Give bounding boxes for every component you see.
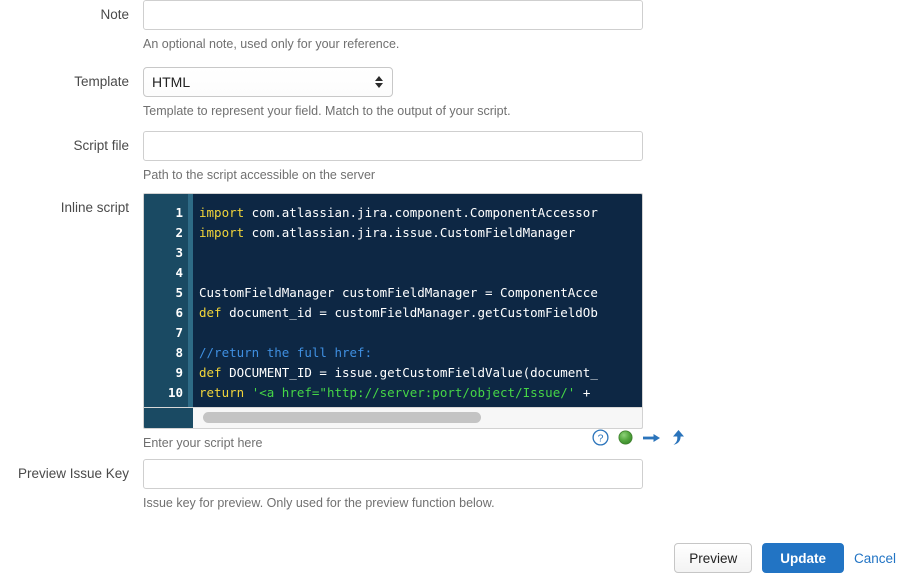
field-script-file: Script file Path to the script accessibl… [0, 131, 643, 183]
preview-issue-key-label: Preview Issue Key [17, 466, 129, 481]
line-number: 7 [175, 325, 183, 340]
inline-script-label: Inline script [60, 200, 129, 215]
note-input[interactable] [143, 0, 643, 30]
cancel-link[interactable]: Cancel [854, 551, 896, 566]
code-token: document_id = customFieldManager.getCust… [221, 305, 598, 320]
field-template: Template HTMLTextDateNumberVelocity Temp… [0, 67, 643, 119]
inline-script-help: Enter your script here [143, 436, 263, 450]
code-line: import com.atlassian.jira.issue.CustomFi… [199, 223, 642, 243]
template-control: HTMLTextDateNumberVelocity Template to r… [143, 67, 643, 119]
template-select[interactable]: HTMLTextDateNumberVelocity [143, 67, 393, 97]
code-token: def [199, 365, 222, 380]
line-number: 8 [175, 345, 183, 360]
editor-action-icons: ? [592, 429, 686, 446]
script-file-help: Path to the script accessible on the ser… [143, 168, 376, 182]
editor-horizontal-scrollbar[interactable] [144, 407, 642, 428]
code-token: CustomFieldManager customFieldManager = … [199, 285, 598, 300]
preview-issue-key-input[interactable] [143, 459, 643, 489]
code-token: import [199, 205, 245, 220]
preview-button[interactable]: Preview [674, 543, 753, 573]
code-token: import [199, 225, 245, 240]
inline-script-control: 1 2 3 4 5 6 7 8 9 10 import com.atlassian.jira.co… [143, 193, 643, 451]
scrollbar-track[interactable] [193, 408, 642, 428]
script-file-control: Path to the script accessible on the ser… [143, 131, 643, 183]
note-label: Note [100, 7, 129, 22]
code-editor-body: 1 2 3 4 5 6 7 8 9 10 import com.atlassian.jira.co… [144, 194, 642, 407]
code-token: '<a href="http://server:port/object/Issu… [251, 385, 576, 400]
status-ok-icon[interactable] [618, 430, 633, 445]
code-token: def [199, 305, 222, 320]
line-number-gutter: 1 2 3 4 5 6 7 8 9 10 [144, 194, 188, 407]
form-actions: Preview Update Cancel [674, 543, 896, 573]
scrollbar-thumb[interactable] [203, 412, 481, 423]
note-control: An optional note, used only for your ref… [143, 0, 643, 52]
line-number: 4 [175, 265, 183, 280]
code-line: return '<a href="http://server:port/obje… [199, 383, 642, 403]
code-line: //return the full href: [199, 343, 642, 363]
code-text-area[interactable]: import com.atlassian.jira.component.Comp… [193, 194, 642, 407]
line-number: 3 [175, 245, 183, 260]
line-number: 10 [167, 385, 183, 400]
code-token: + [575, 385, 591, 400]
note-help: An optional note, used only for your ref… [143, 37, 400, 51]
code-line: def DOCUMENT_ID = issue.getCustomFieldVa… [199, 363, 642, 383]
preview-issue-key-control: Issue key for preview. Only used for the… [143, 459, 643, 511]
scrollbar-gutter-filler [144, 408, 193, 428]
code-token: return [199, 385, 245, 400]
svg-text:?: ? [598, 432, 604, 444]
script-file-input[interactable] [143, 131, 643, 161]
script-file-label: Script file [73, 138, 129, 153]
code-token: DOCUMENT_ID = issue.getCustomFieldValue(… [221, 365, 598, 380]
undo-arrow-icon[interactable] [670, 429, 686, 446]
code-line: def document_id = customFieldManager.get… [199, 303, 642, 323]
line-number: 1 [175, 205, 183, 220]
line-number: 6 [175, 305, 183, 320]
code-token: com.atlassian.jira.issue.CustomFieldMana… [244, 225, 576, 240]
template-help: Template to represent your field. Match … [143, 104, 511, 118]
code-token: com.atlassian.jira.component.ComponentAc… [244, 205, 598, 220]
run-arrow-icon[interactable] [642, 430, 661, 446]
preview-issue-key-help: Issue key for preview. Only used for the… [143, 496, 495, 510]
template-select-wrap: HTMLTextDateNumberVelocity [143, 67, 393, 97]
code-line: CustomFieldManager customFieldManager = … [199, 283, 642, 303]
code-editor[interactable]: 1 2 3 4 5 6 7 8 9 10 import com.atlassian.jira.co… [143, 193, 643, 429]
field-note: Note An optional note, used only for you… [0, 0, 643, 52]
template-label: Template [74, 74, 129, 89]
field-preview-issue-key: Preview Issue Key Issue key for preview.… [0, 459, 643, 511]
line-number: 2 [175, 225, 183, 240]
line-number: 5 [175, 285, 183, 300]
code-line: import com.atlassian.jira.component.Comp… [199, 203, 642, 223]
line-number: 9 [175, 365, 183, 380]
field-inline-script: Inline script 1 2 3 4 5 6 7 8 9 10 import com.atl… [0, 193, 643, 451]
code-token: //return the full href: [199, 345, 373, 360]
help-icon[interactable]: ? [592, 429, 609, 446]
update-button[interactable]: Update [762, 543, 844, 573]
